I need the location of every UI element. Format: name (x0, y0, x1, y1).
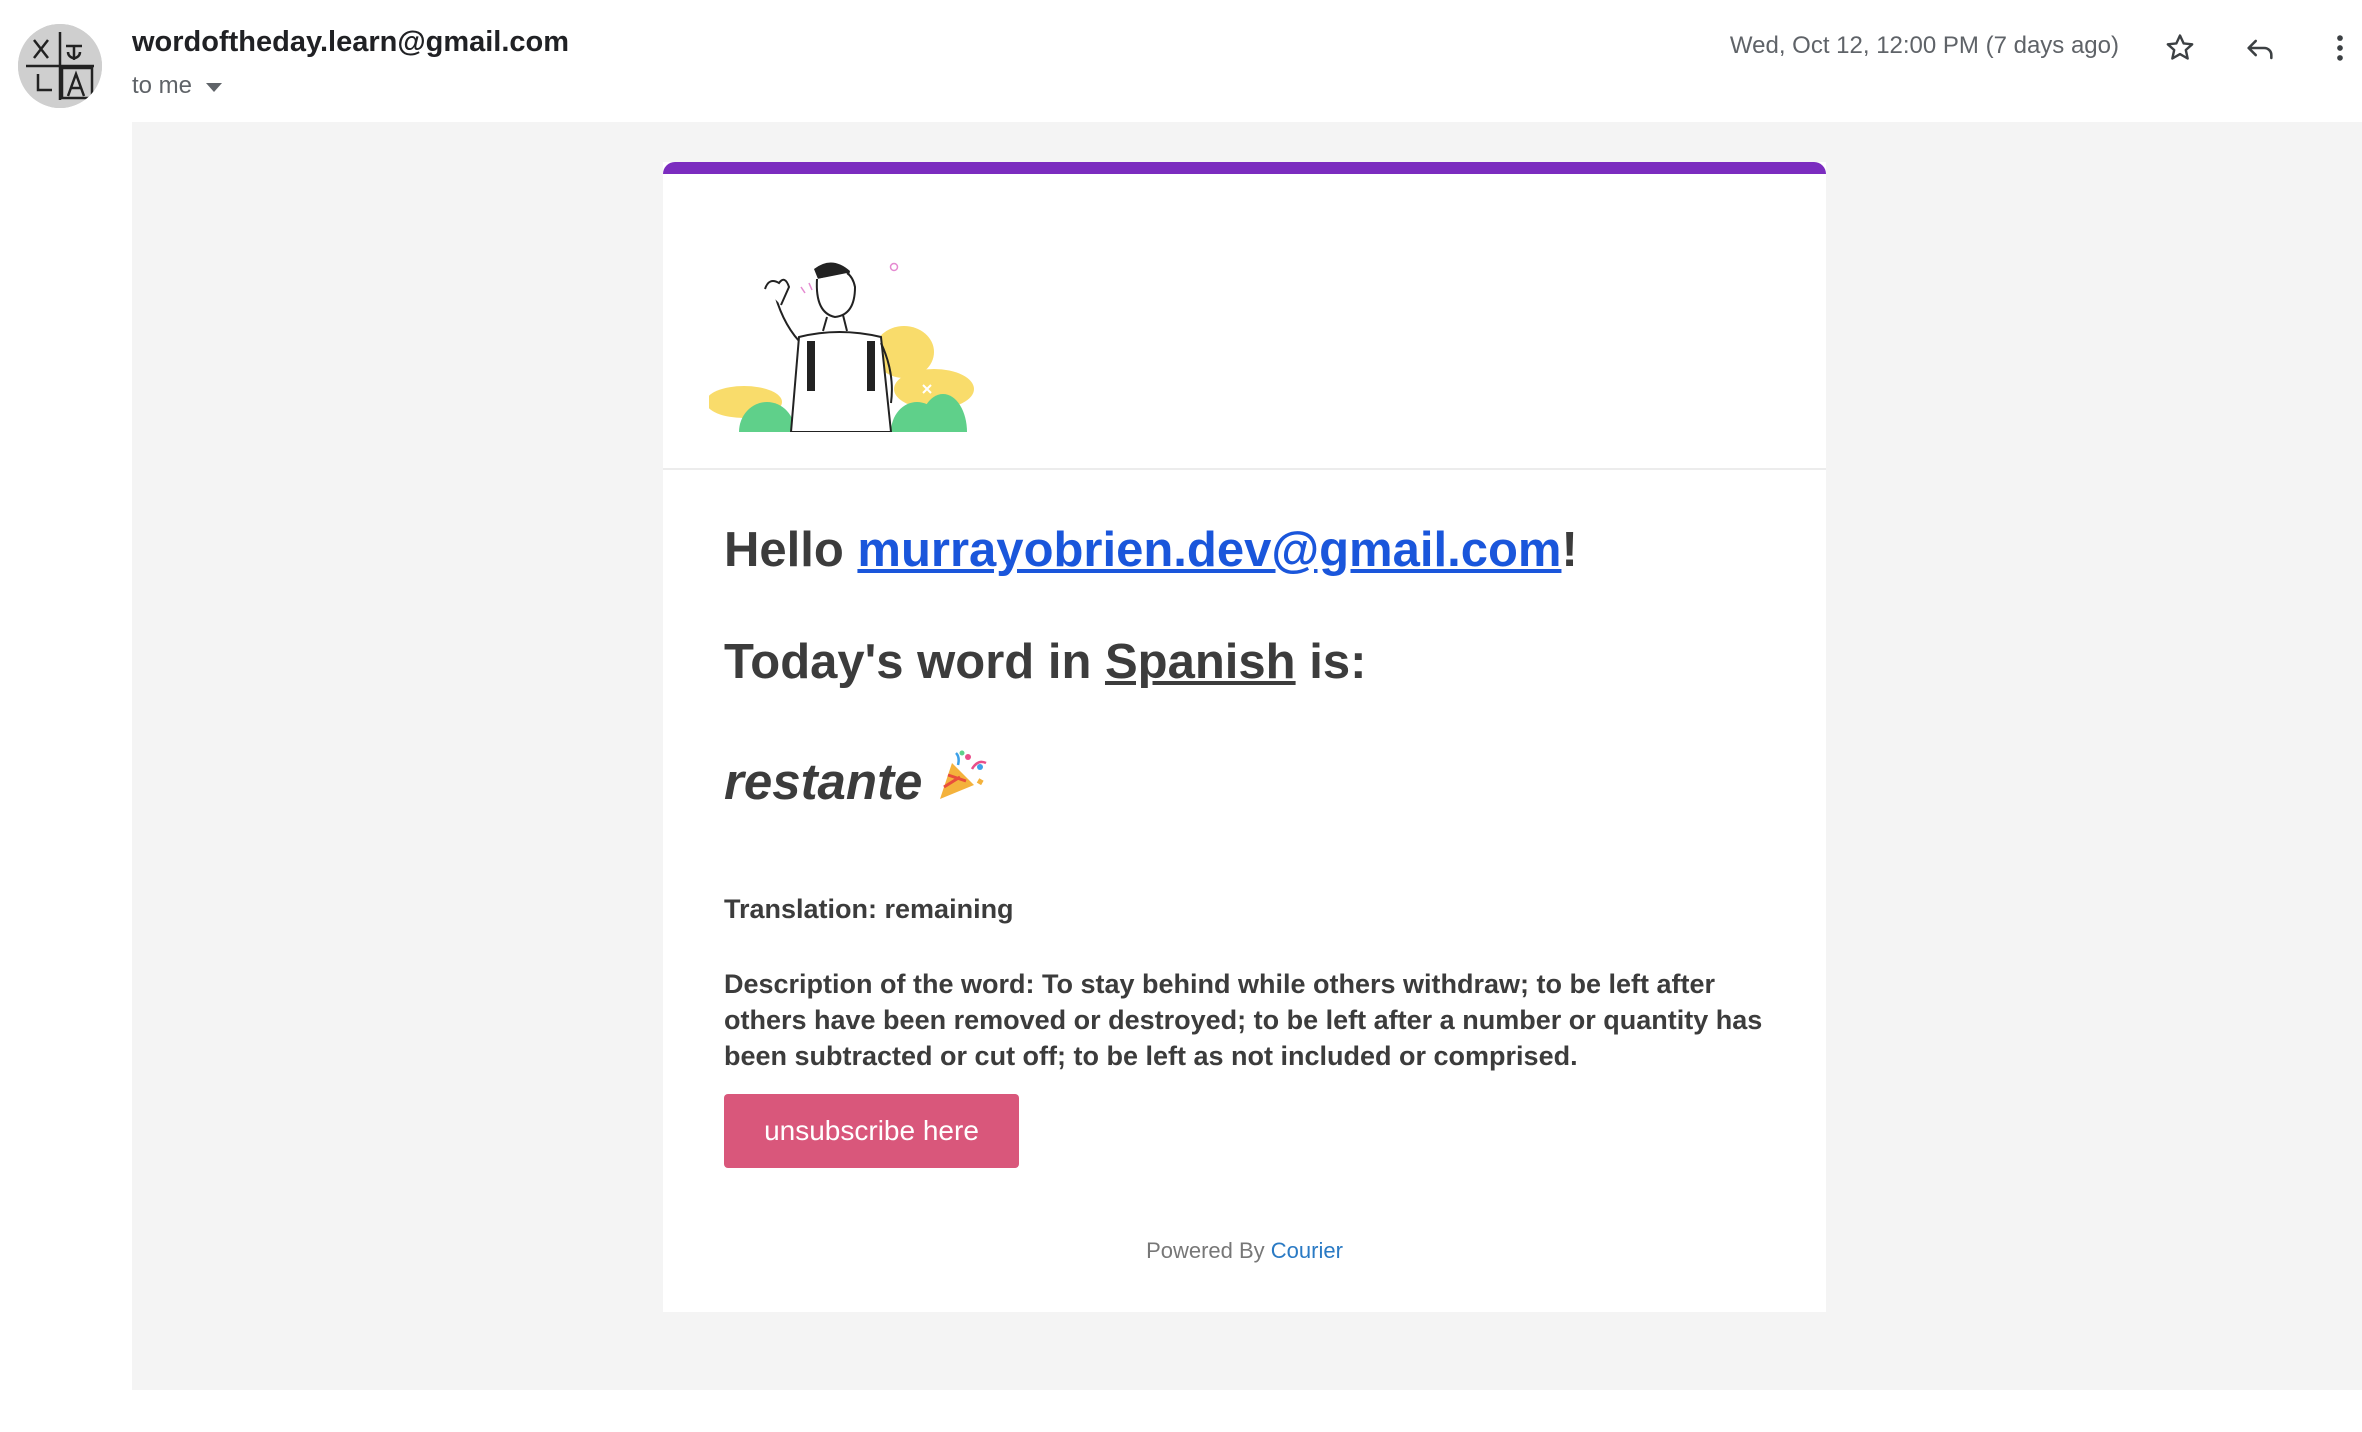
word-text: restante (724, 752, 923, 810)
header-divider (663, 468, 1826, 470)
unsubscribe-button[interactable]: unsubscribe here (724, 1094, 1019, 1168)
accent-bar (663, 162, 1826, 174)
email-card: Hello murrayobrien.dev@gmail.com! Today'… (663, 162, 1826, 1312)
party-popper-icon (934, 747, 990, 815)
more-vert-icon[interactable] (2318, 26, 2362, 70)
word-intro-suffix: is: (1295, 635, 1367, 689)
powered-by-label: Powered By (1146, 1238, 1271, 1263)
powered-by-footer: Powered By Courier (663, 1238, 1826, 1264)
word-intro-prefix: Today's word in (724, 635, 1105, 689)
waving-person-illustration (706, 257, 984, 433)
greeting: Hello murrayobrien.dev@gmail.com! (724, 522, 1578, 578)
recipient-details-toggle[interactable]: to me (132, 72, 223, 100)
word-intro: Today's word in Spanish is: (724, 634, 1366, 690)
recipient-email-link[interactable]: murrayobrien.dev@gmail.com (857, 523, 1561, 577)
courier-link[interactable]: Courier (1271, 1238, 1343, 1263)
sender-email[interactable]: wordoftheday.learn@gmail.com (132, 26, 569, 59)
to-me-label: to me (132, 72, 193, 99)
language-link[interactable]: Spanish (1105, 635, 1296, 689)
word-of-day: restante (724, 747, 990, 815)
description-text: Description of the word: To stay behind … (724, 969, 1763, 1071)
translate-avatar-icon[interactable] (18, 24, 102, 108)
email-date: Wed, Oct 12, 12:00 PM (7 days ago) (1729, 32, 2119, 59)
star-icon[interactable] (2158, 26, 2202, 70)
email-body: Hello murrayobrien.dev@gmail.com! Today'… (132, 122, 2362, 1390)
greeting-prefix: Hello (724, 523, 858, 577)
greeting-suffix: ! (1561, 523, 1578, 577)
chevron-down-icon (206, 82, 223, 92)
reply-icon[interactable] (2238, 26, 2282, 70)
translation-text: Translation: remaining (724, 894, 1014, 924)
email-header: wordoftheday.learn@gmail.com to me Wed, … (0, 0, 2362, 122)
